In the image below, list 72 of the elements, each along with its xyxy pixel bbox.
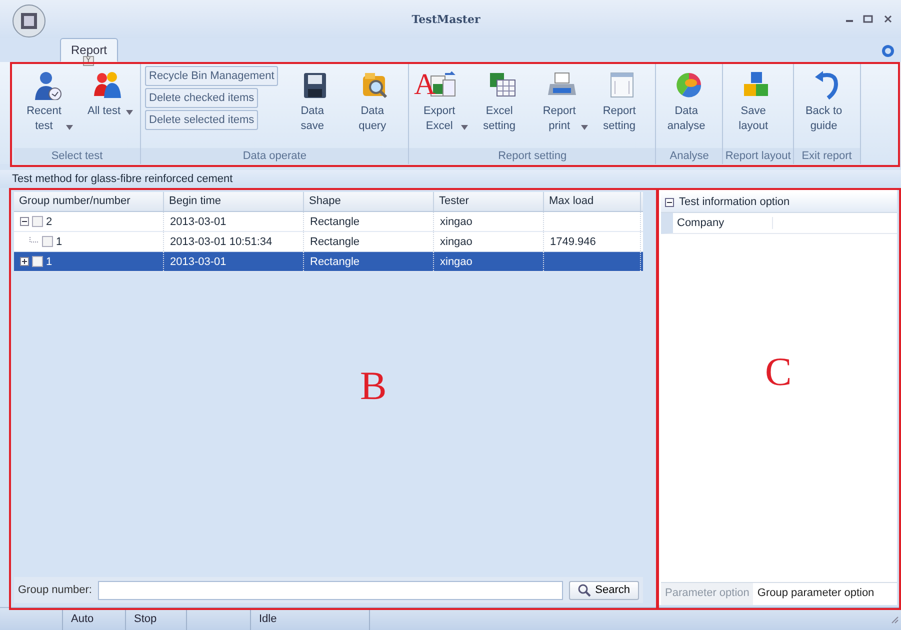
annotation-letter: C bbox=[765, 352, 792, 392]
ribbon-button[interactable]: Data query bbox=[346, 66, 404, 138]
table-cell: Rectangle bbox=[310, 236, 360, 248]
table-cell: 2 bbox=[46, 216, 52, 228]
group-label: Report setting bbox=[409, 148, 656, 164]
group-label: Exit report bbox=[794, 148, 860, 164]
checkbox[interactable] bbox=[32, 256, 43, 267]
people-icon bbox=[92, 70, 122, 100]
table-cell: 1749.946 bbox=[550, 236, 596, 248]
ribbon-button[interactable]: Recent test bbox=[18, 66, 76, 138]
field-label: Group number: bbox=[18, 584, 92, 596]
table-cell: 1 bbox=[56, 236, 62, 248]
table-cell: xingao bbox=[440, 236, 472, 248]
group-label: Report layout bbox=[723, 148, 793, 164]
collapse-icon[interactable] bbox=[20, 217, 29, 226]
search-icon bbox=[578, 584, 592, 596]
column-header[interactable]: Tester bbox=[434, 192, 544, 211]
column-header[interactable]: Begin time bbox=[164, 192, 304, 211]
table-row[interactable]: 1 2013-03-01 10:51:34 Rectangle xingao 1749.946 bbox=[14, 232, 643, 252]
ribbon-button[interactable]: Data save bbox=[286, 66, 344, 138]
input-field[interactable] bbox=[98, 580, 564, 600]
dropdown-caret-icon bbox=[126, 110, 133, 115]
checkbox[interactable] bbox=[42, 236, 53, 247]
ribbon-button[interactable]: Excel setting bbox=[473, 66, 532, 138]
resize-grip-icon bbox=[889, 614, 899, 624]
status-text: Idle bbox=[259, 613, 277, 625]
table-cell: Rectangle bbox=[310, 216, 360, 228]
table-cell: 2013-03-01 bbox=[170, 256, 226, 268]
window-title: TestMaster bbox=[410, 12, 482, 26]
ribbon-button[interactable]: Delete checked items bbox=[145, 88, 258, 108]
ribbon-button[interactable]: Save layout bbox=[727, 66, 786, 138]
test-method-label: Test method for glass-fibre reinforced cement bbox=[0, 170, 901, 188]
ribbon-button[interactable]: Report setting bbox=[593, 66, 652, 138]
table-cell: Rectangle bbox=[310, 256, 360, 268]
table-cell: 2013-03-01 10:51:34 bbox=[170, 236, 272, 248]
help-icon bbox=[881, 44, 895, 58]
table-cell: 2013-03-01 bbox=[170, 216, 226, 228]
dropdown-caret-icon bbox=[461, 125, 468, 130]
minimize-icon bbox=[846, 20, 853, 22]
panel-tab[interactable]: Group parameter option bbox=[753, 583, 878, 605]
search-button[interactable]: Search bbox=[569, 580, 639, 600]
ribbon-button[interactable]: Back to guide bbox=[798, 66, 856, 138]
group-label: Data operate bbox=[141, 148, 408, 164]
table-row[interactable]: 2 2013-03-01 Rectangle xingao bbox=[14, 212, 643, 232]
ribbon-button[interactable]: Recycle Bin Management bbox=[145, 66, 278, 86]
category-label: Test information option bbox=[679, 196, 790, 208]
maximize-icon bbox=[863, 14, 873, 24]
ribbon-button[interactable]: Data analyse bbox=[660, 66, 718, 138]
annotation-letter: A bbox=[414, 70, 436, 100]
table-cell: xingao bbox=[440, 256, 472, 268]
group-label: Analyse bbox=[656, 148, 722, 164]
column-header[interactable]: Shape bbox=[304, 192, 434, 211]
group-label: Select test bbox=[14, 148, 140, 164]
person-icon bbox=[32, 70, 62, 100]
status-text: Auto bbox=[71, 613, 94, 625]
expand-icon[interactable] bbox=[20, 257, 29, 266]
collapse-icon[interactable] bbox=[665, 198, 674, 206]
ribbon-button[interactable]: Delete selected items bbox=[145, 110, 258, 130]
close-icon bbox=[883, 14, 893, 24]
ribbon-button[interactable]: All test bbox=[78, 66, 136, 123]
property-name: Company bbox=[673, 217, 773, 229]
column-header[interactable]: Max load bbox=[544, 192, 641, 211]
column-header[interactable]: Group number/number bbox=[14, 192, 164, 211]
table-cell: 1 bbox=[46, 256, 52, 268]
table-row[interactable]: 1 2013-03-01 Rectangle xingao bbox=[14, 252, 643, 272]
checkbox[interactable] bbox=[32, 216, 43, 227]
annotation-letter: B bbox=[360, 366, 387, 406]
ribbon-button[interactable]: Report print bbox=[533, 66, 592, 138]
dropdown-caret-icon bbox=[66, 125, 73, 130]
status-text: Stop bbox=[134, 613, 157, 625]
table-cell: xingao bbox=[440, 216, 472, 228]
dropdown-caret-icon bbox=[581, 125, 588, 130]
